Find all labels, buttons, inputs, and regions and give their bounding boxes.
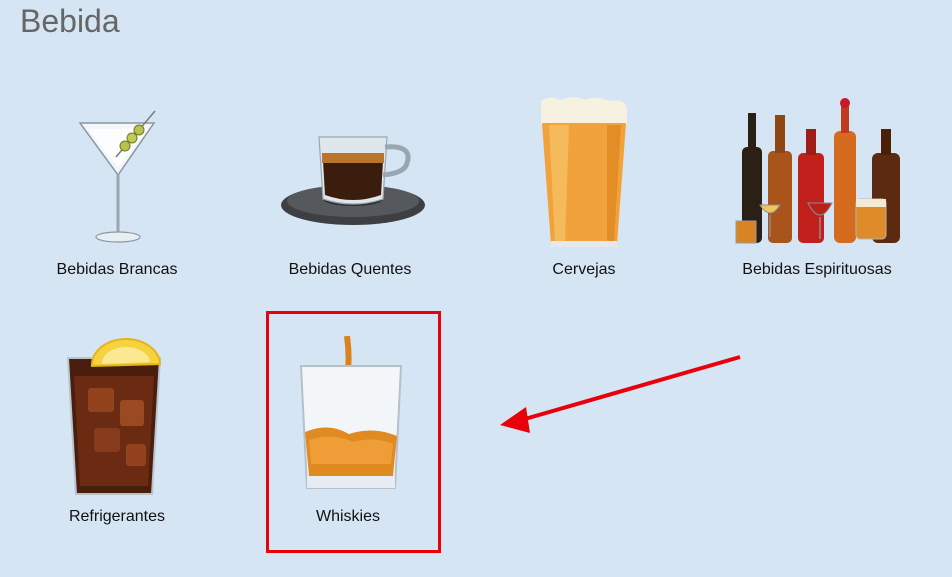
category-label: Bebidas Espirituosas (742, 261, 892, 278)
category-cervejas[interactable]: Cervejas (489, 95, 679, 295)
beer-glass-icon (541, 97, 627, 247)
cola-glass-icon (66, 338, 162, 495)
category-refrigerantes[interactable]: Refrigerantes (22, 336, 212, 536)
category-label: Refrigerantes (68, 508, 166, 525)
category-label: Cervejas (552, 261, 616, 278)
category-label: Bebidas Brancas (56, 261, 178, 278)
liquor-bottles-icon (735, 98, 900, 244)
arrow-annotation-icon (500, 355, 741, 433)
martini-glass-icon (78, 110, 156, 243)
page-title: Bebida (20, 3, 120, 39)
espresso-cup-icon (281, 136, 425, 225)
category-bebidas-espirituosas[interactable]: Bebidas Espirituosas (722, 95, 912, 295)
category-bebidas-brancas[interactable]: Bebidas Brancas (22, 95, 212, 295)
highlight-box (266, 311, 441, 553)
category-label: Bebidas Quentes (288, 261, 412, 278)
category-bebidas-quentes[interactable]: Bebidas Quentes (255, 95, 445, 295)
